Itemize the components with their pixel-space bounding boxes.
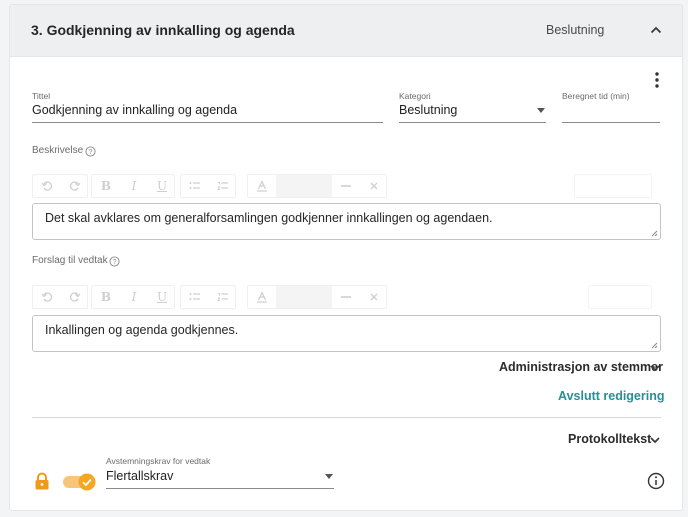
vote-toggle[interactable] xyxy=(63,473,97,491)
proposal-label: Forslag til vedtak xyxy=(32,255,108,266)
svg-text:?: ? xyxy=(113,259,117,266)
title-label: Tittel xyxy=(32,91,51,101)
bullet-list-icon[interactable] xyxy=(181,286,209,308)
protocol-text-toggle[interactable]: Protokolltekst xyxy=(568,432,651,446)
proposal-toolbar: B I U xyxy=(32,285,652,309)
bold-icon[interactable]: B xyxy=(92,175,120,197)
chevron-down-icon[interactable] xyxy=(649,362,661,374)
editor-ghost-button[interactable] xyxy=(588,285,652,309)
title-underline xyxy=(32,122,383,123)
proposal-text: Inkallingen og agenda godkjennes. xyxy=(45,323,239,337)
horizontal-rule-icon[interactable] xyxy=(332,286,360,308)
description-text: Det skal avklares om generalforsamlingen… xyxy=(45,211,493,225)
bold-icon[interactable]: B xyxy=(92,286,120,308)
time-label: Beregnet tid (min) xyxy=(562,91,630,101)
redo-icon[interactable] xyxy=(61,175,89,197)
section-divider xyxy=(32,417,661,418)
clear-format-icon[interactable] xyxy=(360,175,388,197)
text-color-icon[interactable] xyxy=(248,286,276,308)
svg-text:?: ? xyxy=(89,149,93,156)
redo-icon[interactable] xyxy=(61,286,89,308)
numbered-list-icon[interactable] xyxy=(209,286,237,308)
voting-requirement-select[interactable]: Flertallskrav xyxy=(106,469,173,483)
admin-votes-toggle[interactable]: Administrasjon av stemmer xyxy=(499,360,663,374)
chevron-down-icon[interactable] xyxy=(537,108,545,113)
undo-icon[interactable] xyxy=(33,175,61,197)
highlight-button[interactable] xyxy=(276,175,304,197)
format-group: B I U xyxy=(91,285,175,309)
title-input[interactable]: Godkjenning av innkalling og agenda xyxy=(32,103,237,117)
history-group xyxy=(32,285,88,309)
finish-editing-button[interactable]: Avslutt redigering xyxy=(558,389,665,403)
help-icon[interactable]: ? xyxy=(85,146,96,157)
kebab-menu-icon[interactable] xyxy=(650,71,664,89)
text-color-icon[interactable] xyxy=(248,175,276,197)
agenda-item-title: 3. Godkjenning av innkalling og agenda xyxy=(31,22,295,38)
chevron-down-icon[interactable] xyxy=(649,434,661,446)
horizontal-rule-icon[interactable] xyxy=(332,175,360,197)
italic-icon[interactable]: I xyxy=(120,175,148,197)
info-icon[interactable] xyxy=(647,472,665,490)
description-textarea[interactable]: Det skal avklares om generalforsamlingen… xyxy=(32,203,661,240)
agenda-item-card: 3. Godkjenning av innkalling og agenda B… xyxy=(9,4,683,511)
help-icon[interactable]: ? xyxy=(109,256,120,267)
clear-format-icon[interactable] xyxy=(360,286,388,308)
time-underline xyxy=(562,122,660,123)
category-label: Kategori xyxy=(399,91,431,101)
chevron-up-icon[interactable] xyxy=(649,23,663,37)
numbered-list-icon[interactable] xyxy=(209,175,237,197)
format-group: B I U xyxy=(91,174,175,198)
list-group xyxy=(180,174,236,198)
format-button[interactable] xyxy=(304,286,332,308)
voting-requirement-label: Avstemningskrav for vedtak xyxy=(106,456,211,466)
category-select[interactable]: Beslutning xyxy=(399,103,457,117)
list-group xyxy=(180,285,236,309)
undo-icon[interactable] xyxy=(33,286,61,308)
resize-grip-icon[interactable] xyxy=(651,230,658,237)
highlight-button[interactable] xyxy=(276,286,304,308)
underline-icon[interactable]: U xyxy=(148,175,176,197)
description-label: Beskrivelse xyxy=(32,145,84,156)
proposal-textarea[interactable]: Inkallingen og agenda godkjennes. xyxy=(32,315,661,352)
lock-icon xyxy=(35,472,49,490)
resize-grip-icon[interactable] xyxy=(651,342,658,349)
underline-icon[interactable]: U xyxy=(148,286,176,308)
style-group xyxy=(247,174,387,198)
description-toolbar: B I U xyxy=(32,174,652,198)
bullet-list-icon[interactable] xyxy=(181,175,209,197)
chevron-down-icon[interactable] xyxy=(325,474,333,479)
agenda-item-header[interactable]: 3. Godkjenning av innkalling og agenda B… xyxy=(10,5,682,57)
italic-icon[interactable]: I xyxy=(120,286,148,308)
category-underline xyxy=(399,122,546,123)
agenda-item-category: Beslutning xyxy=(546,23,605,37)
voting-underline xyxy=(106,488,334,489)
history-group xyxy=(32,174,88,198)
style-group xyxy=(247,285,387,309)
editor-ghost-button[interactable] xyxy=(574,174,652,198)
format-button[interactable] xyxy=(304,175,332,197)
